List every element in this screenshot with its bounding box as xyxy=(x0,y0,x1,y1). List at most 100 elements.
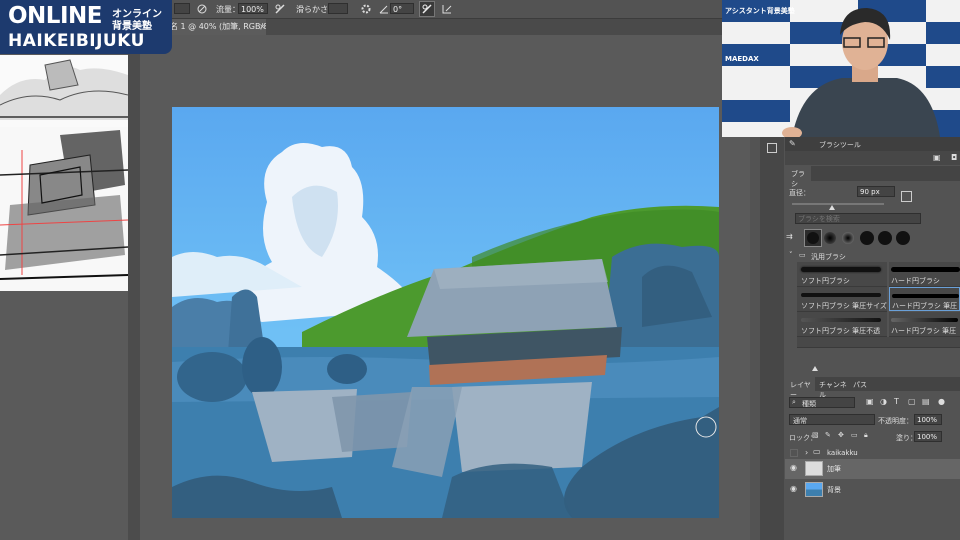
brush-folder-label: 汎用ブラシ xyxy=(811,253,846,261)
folder-icon: ▭ xyxy=(799,251,806,259)
lock-pixels-icon[interactable]: ✎ xyxy=(825,431,831,439)
layer-name: kaikakku xyxy=(827,449,858,457)
recent-brush-soft-2[interactable] xyxy=(842,232,854,244)
brush-name: ハード円ブラシ xyxy=(891,277,940,285)
brush-folder-general[interactable]: ˅ ▭ 汎用ブラシ xyxy=(785,250,960,262)
layer-filter-label: 種類 xyxy=(802,400,816,408)
document-tab[interactable]: 名 1 @ 40% (加筆, RGB/8) * xyxy=(168,19,266,35)
symmetry-icon[interactable] xyxy=(441,3,453,15)
tab-layers[interactable]: レイヤー xyxy=(785,377,815,399)
camera-icon[interactable]: ◘ xyxy=(951,153,957,162)
visibility-off-icon[interactable] xyxy=(790,449,798,457)
layer-name: 加筆 xyxy=(827,465,841,473)
smart-object-filter-icon[interactable]: ▤ xyxy=(922,397,930,406)
brush-name: ソフト円ブラシ xyxy=(801,277,850,285)
shape-filter-icon[interactable]: ▢ xyxy=(908,397,916,406)
brush-size-slider-handle[interactable] xyxy=(829,205,835,210)
brush-panel-toolbar: ▣ ◘ xyxy=(785,151,960,165)
brush-tile-hard-round[interactable]: ハード円ブラシ xyxy=(889,262,960,287)
brush-size-input[interactable]: 90 px xyxy=(857,186,895,197)
lock-artboard-icon[interactable]: ▭ xyxy=(851,431,858,439)
layer-name: 背景 xyxy=(827,486,841,494)
recent-brush-soft[interactable] xyxy=(824,232,836,244)
recent-brush-selected[interactable] xyxy=(804,229,822,247)
recent-brush-hard[interactable] xyxy=(860,231,874,245)
lock-transparency-icon[interactable]: ▧ xyxy=(812,431,819,439)
pressure-flow-icon[interactable] xyxy=(274,3,286,15)
flow-input[interactable]: 100% xyxy=(238,3,268,14)
recent-brushes-row: ⇉ xyxy=(786,229,960,247)
landscape-painting xyxy=(172,107,719,518)
folder-icon: ▭ xyxy=(813,447,821,456)
history-icon[interactable] xyxy=(767,143,777,153)
document-tab-title: 名 1 @ 40% (加筆, RGB/8) * xyxy=(170,22,266,31)
brush-tile-hard-round-pressure-size[interactable]: ハード円ブラシ 筆圧サイ xyxy=(889,287,960,320)
panel-icon-strip xyxy=(760,137,784,540)
brush-search-input[interactable] xyxy=(795,213,921,224)
webcam-banner-text: アシスタント背景美塾 xyxy=(725,7,795,15)
painting-canvas[interactable] xyxy=(172,107,719,518)
tab-brush-label: ブラシ xyxy=(791,170,805,188)
recent-brush-icon[interactable]: ⇉ xyxy=(786,232,793,241)
left-scroll-gutter xyxy=(128,35,140,540)
layer-filter-icons: ▣ ◑ T ▢ ▤ ● xyxy=(866,397,956,408)
online-haikeibijuku-logo: ONLINE オンライン 背景美塾 HAIKEIBIJUKU xyxy=(0,0,172,54)
filter-toggle-icon[interactable]: ● xyxy=(938,397,945,406)
brush-tile-soft-round-pressure-opacity[interactable]: ソフト円ブラシ 筆圧不透明度 xyxy=(797,312,887,345)
opacity-input[interactable]: 100% xyxy=(914,414,942,425)
opacity-label: 不透明度： xyxy=(878,417,913,425)
lock-all-icon[interactable]: 🔒︎ xyxy=(864,431,868,440)
layer-thumbnail xyxy=(805,461,823,476)
fill-input[interactable]: 100% xyxy=(914,431,942,442)
reference-sketch-panel xyxy=(0,55,128,291)
brush-tile-soft-round[interactable]: ソフト円ブラシ xyxy=(797,262,887,287)
type-filter-icon[interactable]: T xyxy=(894,397,899,406)
logo-sub-text-2: 背景美塾 xyxy=(112,21,152,32)
eye-icon[interactable]: ◉ xyxy=(790,484,797,493)
reference-sketch-image xyxy=(0,55,128,291)
brush-size-slider[interactable] xyxy=(792,203,884,205)
brush-tool-title: ブラシツール xyxy=(819,141,861,149)
search-icon: ⌕ xyxy=(792,398,796,406)
angle-icon xyxy=(378,3,390,15)
recent-brush-hard-3[interactable] xyxy=(896,231,910,245)
pixel-filter-icon[interactable]: ▣ xyxy=(866,397,874,406)
pressure-size-toggle[interactable] xyxy=(419,1,435,17)
brush-grid-overflow xyxy=(797,337,960,348)
printer-icon[interactable]: ▣ xyxy=(933,153,941,162)
brush-size-label: 直径： xyxy=(789,189,810,197)
tab-brush[interactable]: ブラシ xyxy=(785,166,811,188)
webcam-backdrop xyxy=(722,0,960,137)
layer-row-background[interactable]: ◉ 背景 xyxy=(785,480,960,500)
eye-icon[interactable]: ◉ xyxy=(790,463,797,472)
angle-input[interactable]: 0° xyxy=(390,3,414,14)
adjustment-filter-icon[interactable]: ◑ xyxy=(880,397,887,406)
brush-preset-dropdown[interactable] xyxy=(174,3,190,14)
layer-filter-dropdown[interactable]: ⌕ 種類 xyxy=(789,397,855,408)
logo-main-text: ONLINE xyxy=(8,3,102,29)
airbrush-icon[interactable] xyxy=(196,3,208,15)
tab-paths[interactable]: パス xyxy=(849,377,869,391)
layers-tab-row: レイヤー チャンネル パス xyxy=(785,377,960,399)
smoothing-input[interactable] xyxy=(328,3,348,14)
webcam-brand-text: MAEDAX xyxy=(725,55,759,63)
tab-channels[interactable]: チャンネル xyxy=(815,377,849,399)
blend-mode-dropdown[interactable]: 通常 xyxy=(789,414,875,425)
chevron-down-icon: ˅ xyxy=(789,251,793,259)
brush-tool-header: ✎ ブラシツール xyxy=(785,137,960,151)
close-tab-icon[interactable]: × xyxy=(259,22,266,31)
brush-tile-soft-round-pressure-size[interactable]: ソフト円ブラシ 筆圧サイズ xyxy=(797,287,887,312)
layer-row-selected[interactable]: ◉ 加筆 xyxy=(785,459,960,479)
instructor-webcam: アシスタント背景美塾 MAEDAX xyxy=(722,0,960,137)
chevron-right-icon[interactable]: › xyxy=(805,448,808,457)
brush-preview-slider-handle[interactable] xyxy=(812,366,818,371)
lock-position-icon[interactable]: ✥ xyxy=(838,431,844,439)
logo-bottom-text: HAIKEIBIJUKU xyxy=(8,31,145,51)
new-brush-icon[interactable] xyxy=(901,191,912,202)
layer-thumbnail xyxy=(805,482,823,497)
tab-paths-label: パス xyxy=(853,381,867,389)
recent-brush-hard-2[interactable] xyxy=(878,231,892,245)
gear-icon[interactable] xyxy=(360,3,372,15)
brush-tile-hard-round-pressure-opacity[interactable]: ハード円ブラシ 筆圧不透 xyxy=(889,312,960,345)
blend-mode-value: 通常 xyxy=(793,417,807,425)
